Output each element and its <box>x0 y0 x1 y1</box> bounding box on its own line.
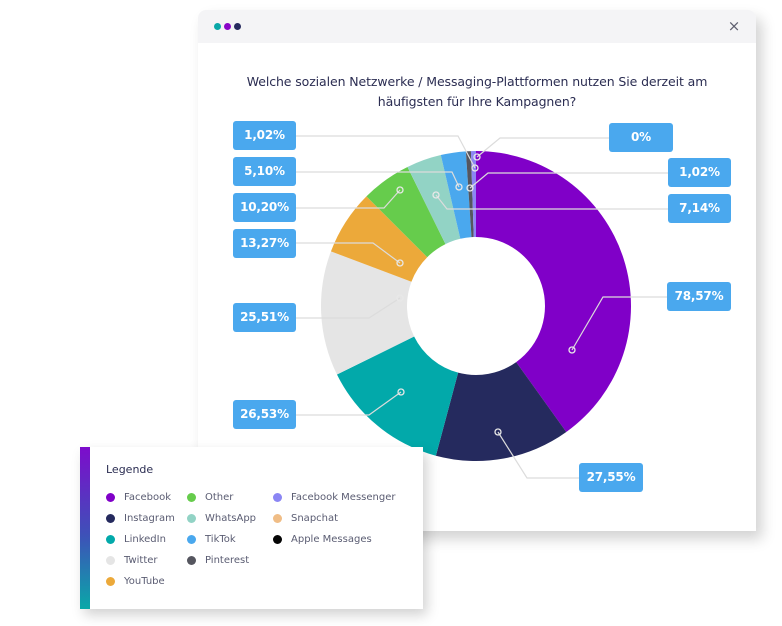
legend-item-whatsapp[interactable]: WhatsApp <box>187 511 256 525</box>
data-label-twitter: 25,51% <box>233 303 296 332</box>
legend-swatch-icon <box>106 534 115 544</box>
legend-item-label: WhatsApp <box>205 512 257 524</box>
legend-item-label: Snapchat <box>291 512 339 524</box>
legend-swatch-icon <box>187 492 196 502</box>
legend-item-label: Facebook <box>124 491 171 503</box>
legend-item-label: Twitter <box>124 554 158 566</box>
legend-swatch-icon <box>187 555 196 565</box>
data-label-instagram: 27,55% <box>579 463 643 492</box>
legend-item-label: TikTok <box>205 533 236 545</box>
legend-item-tiktok[interactable]: TikTok <box>187 532 236 546</box>
legend-item-facebook[interactable]: Facebook <box>106 490 171 504</box>
legend-item-facebook-messenger[interactable]: Facebook Messenger <box>273 490 395 504</box>
data-label-facebook: 78,57% <box>667 282 731 311</box>
legend-swatch-icon <box>273 534 282 544</box>
data-label-other: 10,20% <box>233 193 296 222</box>
legend-item-linkedin[interactable]: LinkedIn <box>106 532 166 546</box>
data-label-pinterest: 1,02% <box>233 121 296 150</box>
legend-item-label: LinkedIn <box>124 533 166 545</box>
legend-swatch-icon <box>187 513 196 523</box>
legend-item-twitter[interactable]: Twitter <box>106 553 158 567</box>
data-label-tiktok: 5,10% <box>233 157 296 186</box>
legend-item-label: YouTube <box>124 575 165 587</box>
legend-accent-bar <box>80 447 90 609</box>
legend-item-instagram[interactable]: Instagram <box>106 511 175 525</box>
legend-item-label: Other <box>205 491 234 503</box>
legend-swatch-icon <box>273 513 282 523</box>
legend-swatch-icon <box>273 492 282 502</box>
legend-item-label: Instagram <box>124 512 175 524</box>
legend: Legende Facebook Instagram LinkedIn Twitter… <box>80 447 423 609</box>
data-label-snapchat: 0% <box>609 123 673 152</box>
data-label-whatsapp: 7,14% <box>668 194 731 223</box>
legend-item-label: Facebook Messenger <box>291 491 396 503</box>
legend-swatch-icon <box>106 492 115 502</box>
legend-item-other[interactable]: Other <box>187 490 233 504</box>
legend-item-snapchat[interactable]: Snapchat <box>273 511 338 525</box>
legend-swatch-icon <box>187 534 196 544</box>
legend-swatch-icon <box>106 513 115 523</box>
data-label-youtube: 13,27% <box>233 229 296 258</box>
legend-swatch-icon <box>106 576 115 586</box>
data-label-linkedin: 26,53% <box>233 400 296 429</box>
legend-item-label: Pinterest <box>205 554 250 566</box>
data-label-facebook-messenger: 1,02% <box>668 158 731 187</box>
legend-item-apple-messages[interactable]: Apple Messages <box>273 532 372 546</box>
legend-item-youtube[interactable]: YouTube <box>106 574 165 588</box>
legend-title: Legende <box>106 463 154 476</box>
legend-item-pinterest[interactable]: Pinterest <box>187 553 249 567</box>
legend-item-label: Apple Messages <box>291 533 372 545</box>
legend-swatch-icon <box>106 555 115 565</box>
